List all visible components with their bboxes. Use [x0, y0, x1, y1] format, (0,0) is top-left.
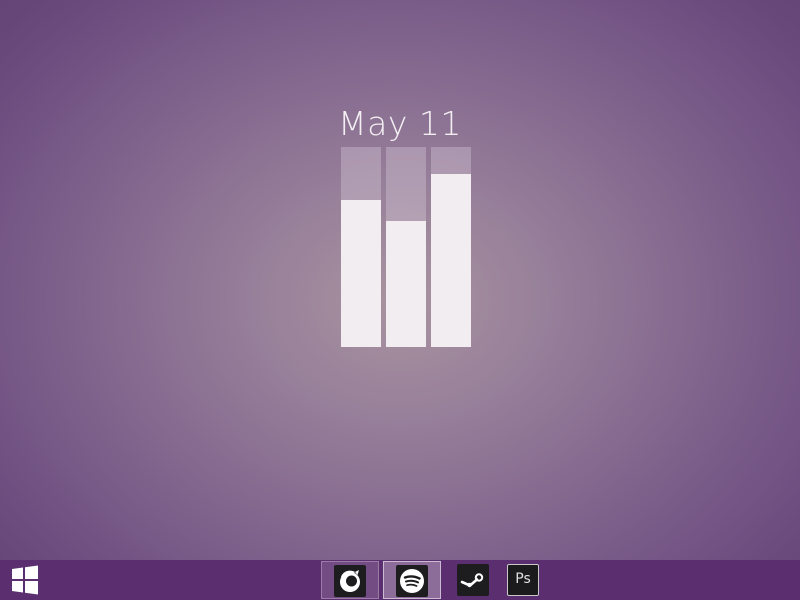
- windows-logo-icon: [12, 565, 38, 595]
- taskbar-item-firefox[interactable]: [321, 561, 379, 599]
- date-label: May 11: [338, 104, 462, 143]
- bar-track-3: [431, 147, 471, 347]
- bar-fill-3: [431, 174, 471, 347]
- bar-fill-1: [341, 200, 381, 347]
- taskbar-item-photoshop[interactable]: Ps: [495, 561, 553, 599]
- usage-bar-widget: [341, 147, 471, 347]
- bar-fill-2: [386, 221, 426, 347]
- start-button[interactable]: [0, 560, 50, 600]
- firefox-icon: [334, 565, 366, 597]
- taskbar-item-spotify[interactable]: [383, 561, 441, 599]
- bar-track-1: [341, 147, 381, 347]
- spotify-icon: [396, 565, 428, 597]
- steam-icon: [457, 564, 489, 596]
- bar-track-2: [386, 147, 426, 347]
- taskbar: Ps: [0, 560, 800, 600]
- photoshop-icon: Ps: [507, 564, 539, 596]
